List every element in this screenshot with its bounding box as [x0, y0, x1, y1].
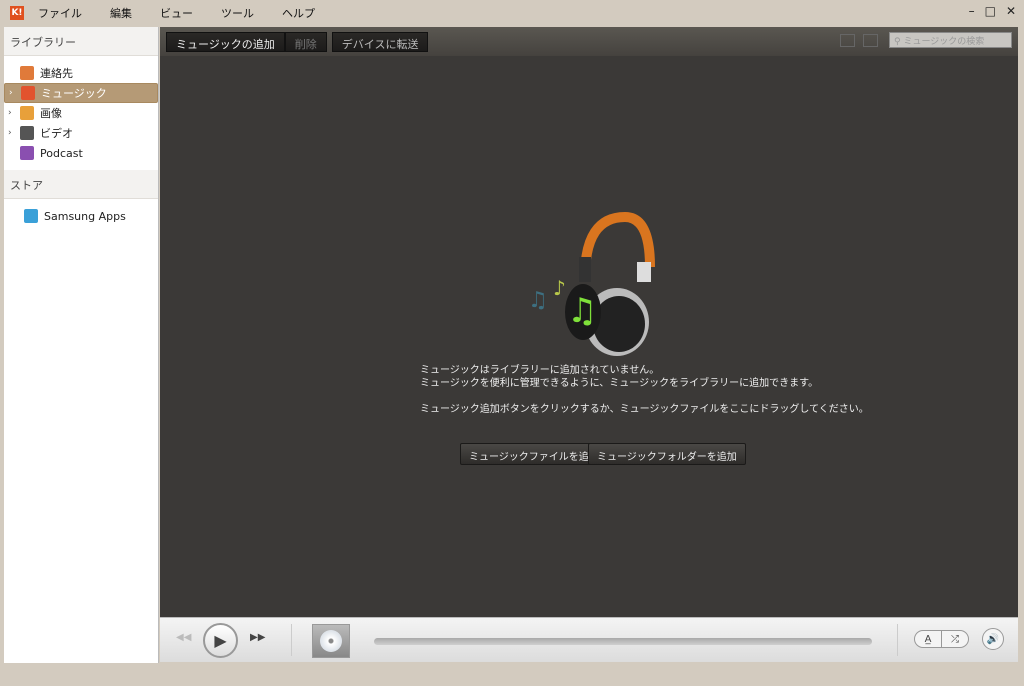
menu-view[interactable]: ビュー — [160, 5, 193, 21]
samsung-apps-icon — [24, 209, 38, 223]
blue-note-icon: ♫ — [528, 288, 548, 313]
empty-line-2: ミュージックを便利に管理できるように、ミュージックをライブラリーに追加できます。 — [420, 378, 819, 389]
shuffle-icon[interactable]: ⤮ — [941, 630, 969, 648]
empty-line-1: ミュージックはライブラリーに追加されていません。 — [420, 365, 660, 376]
add-music-button[interactable]: ミュージックの追加 — [166, 31, 285, 52]
sidebar-item-label: ビデオ — [40, 127, 73, 140]
search-input[interactable]: ⚲ ミュージックの検索 — [889, 32, 1012, 48]
empty-message: ミュージックはライブラリーに追加されていません。 ミュージックを便利に管理できる… — [420, 364, 869, 416]
menu-edit[interactable]: 編集 — [110, 5, 132, 21]
grid-view-icon[interactable] — [863, 34, 878, 47]
delete-button[interactable]: 削除 — [284, 31, 327, 52]
sidebar-item-label: ミュージック — [41, 87, 107, 100]
list-view-icon[interactable] — [840, 34, 855, 47]
yellow-note-icon: ♪ — [553, 276, 566, 300]
empty-line-3: ミュージック追加ボタンをクリックするか、ミュージックファイルをここにドラッグして… — [420, 404, 869, 415]
sidebar-item-music[interactable]: › ミュージック — [4, 83, 158, 103]
green-note-icon: ♫ — [567, 291, 597, 331]
player-bar: ◀◀ ▶ ▶▶ A̲ ⤮ 🔊 — [160, 617, 1018, 662]
sidebar: ライブラリー 連絡先 › ミュージック › 画像 › ビデオ Podcast ストア Sams… — [4, 27, 159, 663]
sidebar-item-podcast[interactable]: Podcast — [4, 143, 158, 163]
volume-icon[interactable]: 🔊 — [982, 628, 1004, 650]
repeat-icon[interactable]: A̲ — [914, 630, 942, 648]
play-button[interactable]: ▶ — [203, 623, 238, 658]
transfer-to-device-button[interactable]: デバイスに転送 — [331, 31, 429, 52]
app-logo: K! — [10, 5, 24, 20]
expand-arrow-icon[interactable]: › — [9, 88, 21, 98]
expand-arrow-icon[interactable]: › — [8, 108, 20, 118]
search-placeholder: ミュージックの検索 — [903, 37, 985, 47]
maximize-button[interactable]: □ — [985, 4, 996, 18]
main-panel: ミュージックの追加 削除 デバイスに転送 ⚲ ミュージックの検索 ♫ ♪ ♫ ミ… — [160, 27, 1018, 617]
menu-tools[interactable]: ツール — [221, 5, 254, 21]
menu-bar: K! ファイル 編集 ビュー ツール ヘルプ – □ ✕ — [0, 0, 1024, 25]
image-folder-icon — [20, 106, 34, 120]
sidebar-item-image-folder[interactable]: › 画像 — [4, 103, 158, 123]
sidebar-item-film-reel[interactable]: › ビデオ — [4, 123, 158, 143]
library-heading: ライブラリー — [4, 27, 158, 56]
sidebar-item-label: Podcast — [40, 146, 83, 160]
previous-icon[interactable]: ◀◀ — [176, 632, 191, 643]
podcast-icon — [20, 146, 34, 160]
menu-help[interactable]: ヘルプ — [282, 5, 315, 21]
sidebar-item-label: Samsung Apps — [44, 209, 126, 223]
minimize-button[interactable]: – — [969, 4, 975, 18]
sidebar-item-label: 連絡先 — [40, 67, 73, 80]
add-music-folder-button[interactable]: ミュージックフォルダーを追加 — [588, 443, 746, 465]
film-reel-icon — [20, 126, 34, 140]
sidebar-item-samsung-apps[interactable]: Samsung Apps — [4, 206, 158, 226]
progress-bar[interactable] — [374, 638, 872, 645]
music-icon — [21, 86, 35, 100]
close-button[interactable]: ✕ — [1006, 4, 1016, 18]
toolbar: ミュージックの追加 削除 デバイスに転送 ⚲ ミュージックの検索 — [160, 27, 1018, 56]
menu-file[interactable]: ファイル — [38, 5, 82, 21]
divider — [291, 624, 292, 656]
headphones-illustration: ♫ ♪ ♫ — [528, 211, 655, 356]
album-art-cd-icon — [312, 624, 350, 658]
divider — [897, 624, 898, 656]
store-heading: ストア — [4, 170, 158, 199]
sidebar-item-contacts[interactable]: 連絡先 — [4, 63, 158, 83]
sidebar-item-label: 画像 — [40, 107, 62, 120]
contacts-icon — [20, 66, 34, 80]
expand-arrow-icon[interactable]: › — [8, 128, 20, 138]
add-music-file-button[interactable]: ミュージックファイルを追加 — [460, 443, 608, 465]
next-icon[interactable]: ▶▶ — [250, 632, 265, 643]
